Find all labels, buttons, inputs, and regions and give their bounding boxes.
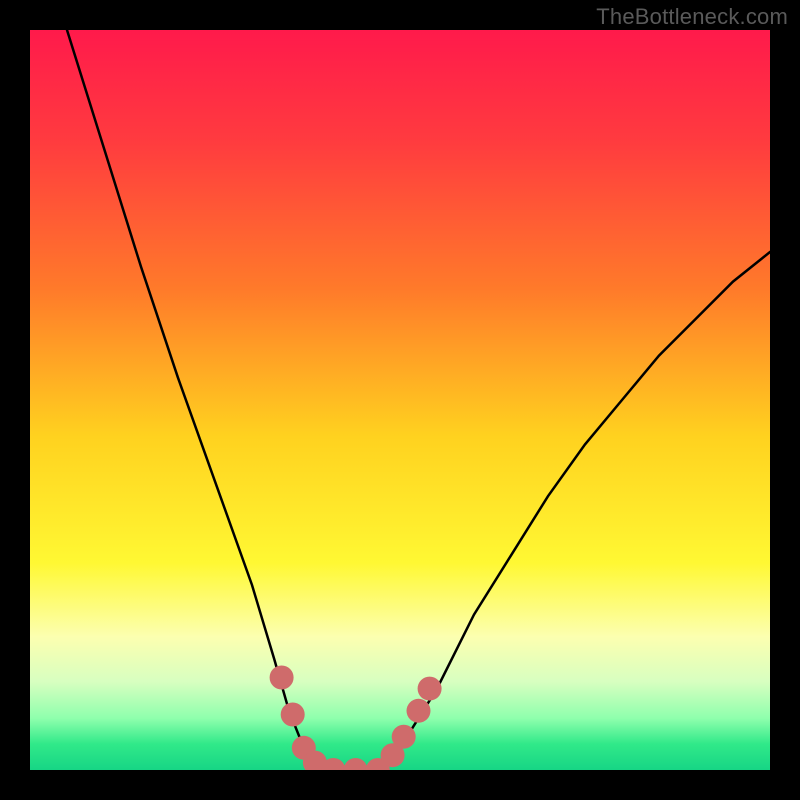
marker-dot	[281, 703, 305, 727]
marker-dot	[407, 699, 431, 723]
chart-frame: TheBottleneck.com	[0, 0, 800, 800]
chart-svg	[30, 30, 770, 770]
gradient-rect	[30, 30, 770, 770]
marker-dot	[270, 666, 294, 690]
marker-dot	[418, 677, 442, 701]
watermark-text: TheBottleneck.com	[596, 4, 788, 30]
marker-dot	[392, 725, 416, 749]
plot-area	[30, 30, 770, 770]
